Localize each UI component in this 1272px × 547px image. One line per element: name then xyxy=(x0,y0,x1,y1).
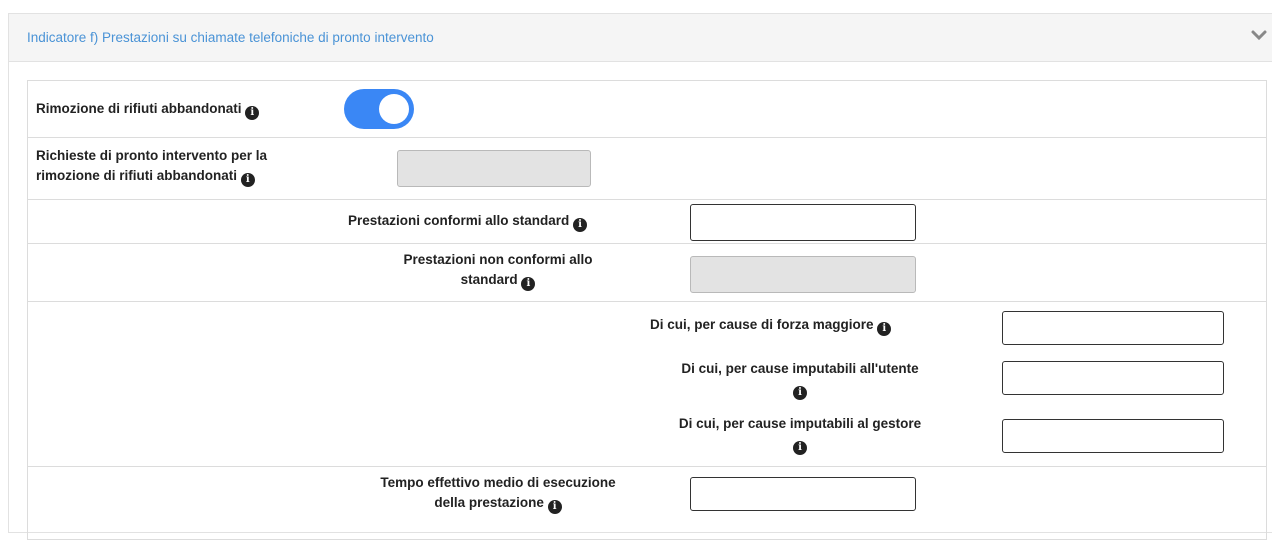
row-tempo: Tempo effettivo medio di esecuzione dell… xyxy=(28,467,1266,547)
tempo-label: Tempo effettivo medio di esecuzione dell… xyxy=(380,475,616,514)
gestore-input[interactable] xyxy=(1002,419,1224,453)
non-conformi-label: Prestazioni non conformi allo standard i xyxy=(403,252,593,291)
info-icon[interactable]: i xyxy=(793,441,807,455)
row-conformi: Prestazioni conformi allo standard i xyxy=(28,200,1266,244)
gestore-label: Di cui, per cause imputabili al gestore … xyxy=(678,416,922,455)
row-rimozione: Rimozione di rifiuti abbandonati i xyxy=(28,81,1266,138)
utente-label: Di cui, per cause imputabili all'utente … xyxy=(681,361,919,400)
richieste-label: Richieste di pronto intervento per la ri… xyxy=(36,148,268,187)
forza-maggiore-label: Di cui, per cause di forza maggiore i xyxy=(650,315,892,336)
info-icon[interactable]: i xyxy=(547,500,562,514)
info-icon[interactable]: i xyxy=(877,322,892,336)
row-non-conformi: Prestazioni non conformi allo standard i xyxy=(28,244,1266,302)
rimozione-label: Rimozione di rifiuti abbandonati i xyxy=(36,99,260,120)
info-icon[interactable]: i xyxy=(793,386,807,400)
tempo-input[interactable] xyxy=(690,477,916,511)
conformi-label: Prestazioni conformi allo standard i xyxy=(348,211,588,232)
info-icon[interactable]: i xyxy=(521,277,536,291)
rimozione-toggle[interactable] xyxy=(344,89,414,129)
info-icon[interactable]: i xyxy=(245,106,260,120)
info-icon[interactable]: i xyxy=(240,173,255,187)
form-table: Rimozione di rifiuti abbandonati i Richi… xyxy=(27,80,1267,540)
row-di-cui: Di cui, per cause di forza maggiore i Di… xyxy=(28,302,1266,467)
forza-maggiore-input[interactable] xyxy=(1002,311,1224,345)
chevron-down-icon[interactable] xyxy=(1250,26,1268,44)
panel-heading[interactable]: Indicatore f) Prestazioni su chiamate te… xyxy=(9,14,1272,62)
info-icon[interactable]: i xyxy=(573,218,588,232)
non-conformi-input[interactable] xyxy=(690,256,916,293)
conformi-input[interactable] xyxy=(690,204,916,241)
indicator-panel: Indicatore f) Prestazioni su chiamate te… xyxy=(8,13,1272,540)
utente-input[interactable] xyxy=(1002,361,1224,395)
row-richieste: Richieste di pronto intervento per la ri… xyxy=(28,138,1266,200)
panel-title[interactable]: Indicatore f) Prestazioni su chiamate te… xyxy=(27,30,434,45)
richieste-input[interactable] xyxy=(397,150,591,187)
toggle-knob xyxy=(379,94,409,124)
